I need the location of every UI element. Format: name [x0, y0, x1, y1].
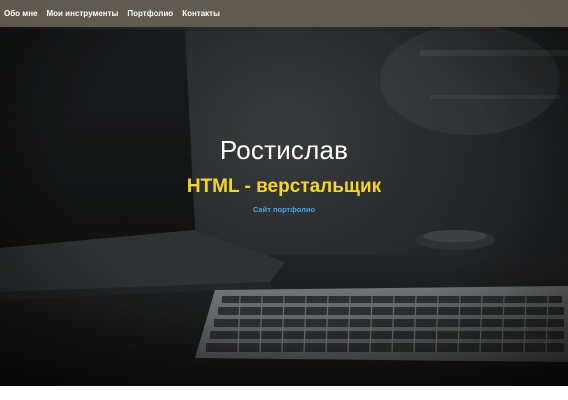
nav-item-portfolio[interactable]: Портфолио [127, 9, 173, 18]
portfolio-link-wrap: Сайт портфолио [0, 205, 568, 214]
nav-item-contacts[interactable]: Контакты [182, 9, 220, 18]
nav-item-about[interactable]: Обо мне [4, 9, 37, 18]
hero-section: Ростислав HTML - верстальщик Сайт портфо… [0, 0, 568, 386]
hero-content: Ростислав HTML - верстальщик Сайт портфо… [0, 0, 568, 386]
top-navigation: Обо мне Мои инструменты Портфолио Контак… [0, 0, 568, 27]
next-section-edge [0, 386, 568, 400]
nav-item-tools[interactable]: Мои инструменты [46, 9, 118, 18]
hero-role: HTML - верстальщик [186, 176, 382, 197]
portfolio-link[interactable]: Сайт портфолио [253, 205, 315, 214]
hero-name: Ростислав [219, 135, 349, 165]
